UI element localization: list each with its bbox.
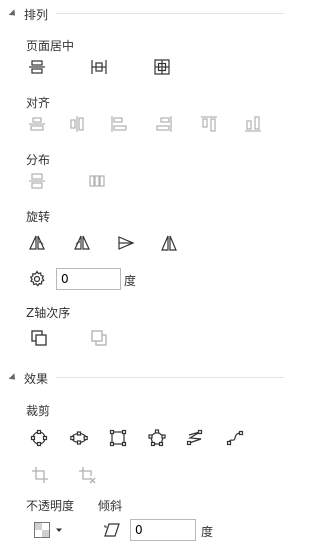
center-page-button[interactable] (151, 56, 173, 78)
skew-input[interactable] (130, 519, 196, 541)
arrange-section-title: 排列 (24, 7, 49, 22)
crop-freeform-icon (186, 429, 203, 446)
send-to-back-button (88, 327, 110, 349)
align-center-icon (29, 117, 45, 131)
rotate-right-icon (74, 235, 90, 250)
clear-crop-button (76, 464, 98, 486)
align-left-button (108, 113, 130, 135)
chevron-down-icon (56, 528, 62, 532)
distribute-horizontal-icon (89, 175, 105, 187)
section-divider (56, 13, 284, 14)
crop-freeform-button[interactable] (184, 427, 206, 449)
arrange-section-header[interactable]: 排列 (8, 6, 49, 22)
opacity-dropdown[interactable] (28, 519, 68, 541)
crop-button (29, 464, 51, 486)
opacity-label: 不透明度 (26, 499, 75, 513)
rotate-right-button[interactable] (71, 232, 93, 254)
collapse-triangle-icon (8, 372, 18, 382)
rotate-angle-unit: 度 (124, 274, 137, 288)
flip-horizontal-button[interactable] (115, 232, 137, 254)
section-divider (56, 377, 284, 378)
crop-rectangle-icon (109, 429, 127, 447)
crop-icon (32, 467, 48, 483)
skew-label: 倾斜 (98, 499, 123, 513)
distribute-vertical-icon (29, 173, 45, 189)
skew-unit: 度 (201, 525, 214, 539)
align-center-button (26, 113, 48, 135)
distribute-vertical-button (26, 170, 48, 192)
crop-rectangle-button[interactable] (107, 427, 129, 449)
flip-horizontal-icon (118, 236, 135, 250)
crop-curve-button[interactable] (224, 427, 246, 449)
bring-to-front-button[interactable] (28, 327, 50, 349)
center-page-icon (154, 59, 170, 75)
effects-section-header[interactable]: 效果 (8, 370, 49, 386)
gear-icon (29, 270, 45, 287)
distribute-label: 分布 (26, 153, 51, 167)
align-right-button (153, 113, 175, 135)
send-to-back-icon (91, 330, 107, 346)
crop-circle-icon (30, 429, 48, 447)
crop-curve-icon (226, 430, 244, 446)
flip-vertical-icon (161, 235, 177, 251)
page-center-label: 页面居中 (26, 39, 75, 53)
crop-ellipse-button[interactable] (68, 427, 90, 449)
align-label: 对齐 (26, 96, 51, 110)
effects-section-title: 效果 (24, 371, 49, 386)
crop-circle-button[interactable] (28, 427, 50, 449)
crop-polygon-icon (148, 429, 166, 447)
collapse-triangle-icon (8, 8, 18, 18)
align-right-icon (156, 116, 172, 132)
distribute-horizontal-button (86, 170, 108, 192)
align-top-button (198, 113, 220, 135)
skew-icon (104, 523, 120, 537)
align-left-icon (111, 116, 127, 132)
align-bottom-button (242, 113, 264, 135)
rotate-label: 旋转 (26, 210, 51, 224)
bring-to-front-icon (31, 330, 47, 346)
rotate-angle-input[interactable] (56, 268, 121, 290)
align-top-icon (201, 116, 217, 132)
rotate-left-icon (29, 235, 45, 250)
align-middle-icon (70, 116, 84, 132)
crop-ellipse-icon (70, 431, 88, 445)
zorder-label: Z轴次序 (26, 306, 71, 320)
crop-label: 裁剪 (26, 404, 51, 418)
crop-polygon-button[interactable] (146, 427, 168, 449)
rotate-left-button[interactable] (26, 232, 48, 254)
center-horizontal-button[interactable] (88, 56, 110, 78)
flip-vertical-button[interactable] (158, 232, 180, 254)
skew-icon-button[interactable] (101, 519, 123, 541)
clear-crop-icon (79, 467, 96, 484)
rotate-settings-button[interactable] (26, 268, 48, 290)
opacity-swatch-icon (34, 522, 50, 538)
center-vertical-icon (29, 60, 45, 74)
align-bottom-icon (245, 116, 261, 132)
align-middle-button (66, 113, 88, 135)
center-vertical-button[interactable] (26, 56, 48, 78)
center-horizontal-icon (91, 60, 107, 74)
